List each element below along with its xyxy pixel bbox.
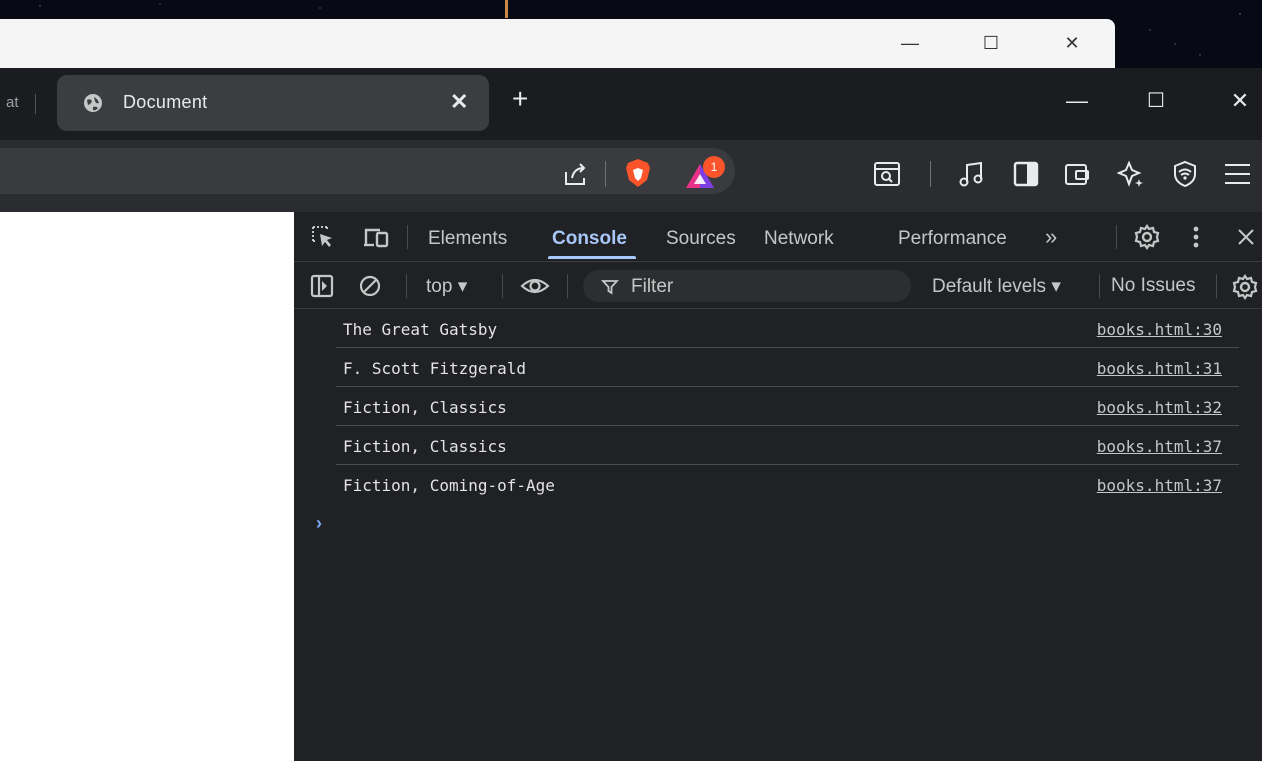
page-content[interactable] xyxy=(0,212,294,761)
settings-gear-icon[interactable] xyxy=(1134,224,1160,250)
filter-input[interactable]: Filter xyxy=(583,270,911,302)
tab-title: Document xyxy=(123,92,208,112)
inspect-element-icon[interactable] xyxy=(310,224,336,250)
close-button[interactable]: ✕ xyxy=(1225,88,1255,114)
menu-icon[interactable] xyxy=(1222,160,1252,188)
toolbar-separator xyxy=(605,161,606,187)
console-message-text: Fiction, Classics xyxy=(343,398,507,417)
devtools-panel: Elements Console Sources Network Perform… xyxy=(294,212,1262,761)
console-settings-icon[interactable] xyxy=(1232,274,1258,300)
active-tab-indicator xyxy=(548,256,636,259)
source-link[interactable]: books.html:30 xyxy=(1097,320,1222,339)
log-levels-dropdown[interactable]: Default levels ▾ xyxy=(932,275,1061,298)
console-separator-4 xyxy=(1099,274,1100,298)
rewards-button[interactable]: 1 xyxy=(684,156,728,190)
console-message-text: F. Scott Fitzgerald xyxy=(343,359,527,378)
bg-minimize-button[interactable]: — xyxy=(898,31,922,55)
tab-console[interactable]: Console xyxy=(552,228,627,250)
bg-close-button[interactable]: ✕ xyxy=(1060,31,1084,55)
browser-window: at Document ✕ + — ☐ ✕ 1 Elements Console… xyxy=(0,68,1262,761)
console-separator xyxy=(406,274,407,298)
previous-tab-fragment[interactable]: at xyxy=(6,94,19,111)
context-selector[interactable]: top ▾ xyxy=(426,275,467,298)
leo-ai-icon[interactable] xyxy=(1117,160,1145,188)
clear-console-icon[interactable] xyxy=(358,274,382,298)
devtools-separator xyxy=(407,225,408,249)
rewards-badge: 1 xyxy=(703,156,725,178)
sidebar-icon[interactable] xyxy=(1013,161,1039,187)
issues-counter[interactable]: No Issues xyxy=(1111,275,1195,297)
console-message-row: Fiction, Classics books.html:32 xyxy=(336,387,1239,426)
close-devtools-icon[interactable] xyxy=(1236,227,1256,247)
console-message-text: The Great Gatsby xyxy=(343,320,498,339)
console-separator-2 xyxy=(502,274,503,298)
console-separator-3 xyxy=(567,274,568,298)
source-link[interactable]: books.html:37 xyxy=(1097,476,1222,495)
console-message-text: Fiction, Classics xyxy=(343,437,507,456)
console-messages: The Great Gatsby books.html:30 F. Scott … xyxy=(294,309,1239,504)
console-message-text: Fiction, Coming-of-Age xyxy=(343,476,555,495)
vpn-shield-icon[interactable] xyxy=(1171,160,1199,188)
tab-search-icon[interactable] xyxy=(873,161,901,187)
wallet-icon[interactable] xyxy=(1063,160,1091,188)
source-link[interactable]: books.html:31 xyxy=(1097,359,1222,378)
devtools-separator-2 xyxy=(1116,225,1117,249)
source-link[interactable]: books.html:32 xyxy=(1097,398,1222,417)
tab-elements[interactable]: Elements xyxy=(428,228,507,250)
tab-strip: at Document ✕ + — ☐ ✕ xyxy=(0,68,1262,140)
live-expression-eye-icon[interactable] xyxy=(520,274,550,298)
tab-network[interactable]: Network xyxy=(764,228,834,250)
source-link[interactable]: books.html:37 xyxy=(1097,437,1222,456)
console-message-row: Fiction, Coming-of-Age books.html:37 xyxy=(336,465,1239,504)
new-tab-button[interactable]: + xyxy=(512,83,528,115)
filter-funnel-icon xyxy=(601,280,619,295)
console-prompt[interactable]: › xyxy=(316,513,322,534)
background-glow xyxy=(505,0,508,18)
maximize-button[interactable]: ☐ xyxy=(1141,88,1171,113)
console-message-row: F. Scott Fitzgerald books.html:31 xyxy=(336,348,1239,387)
more-tabs-button[interactable]: » xyxy=(1045,224,1057,250)
console-separator-5 xyxy=(1216,274,1217,298)
more-options-icon[interactable] xyxy=(1190,224,1202,250)
devtools-tab-bar: Elements Console Sources Network Perform… xyxy=(294,212,1262,262)
minimize-button[interactable]: — xyxy=(1062,88,1092,114)
device-toolbar-icon[interactable] xyxy=(362,224,390,250)
tab-performance[interactable]: Performance xyxy=(898,228,1007,250)
tab-sources[interactable]: Sources xyxy=(666,228,736,250)
console-toolbar: top ▾ Filter Default levels ▾ No Issues xyxy=(294,262,1262,309)
tab-separator xyxy=(35,94,36,114)
tab-document[interactable]: Document ✕ xyxy=(57,75,489,131)
tab-close-button[interactable]: ✕ xyxy=(450,89,468,115)
console-message-row: Fiction, Classics books.html:37 xyxy=(336,426,1239,465)
bg-maximize-button[interactable]: ☐ xyxy=(979,31,1003,55)
toolbar-separator-2 xyxy=(930,161,931,187)
brave-shields-icon[interactable] xyxy=(624,158,652,188)
filter-placeholder: Filter xyxy=(631,276,674,297)
share-icon[interactable] xyxy=(562,160,590,188)
console-message-row: The Great Gatsby books.html:30 xyxy=(336,309,1239,348)
sidebar-toggle-icon[interactable] xyxy=(310,274,334,298)
browser-toolbar: 1 xyxy=(0,140,1262,212)
globe-icon xyxy=(84,94,102,112)
music-icon[interactable] xyxy=(958,160,986,188)
